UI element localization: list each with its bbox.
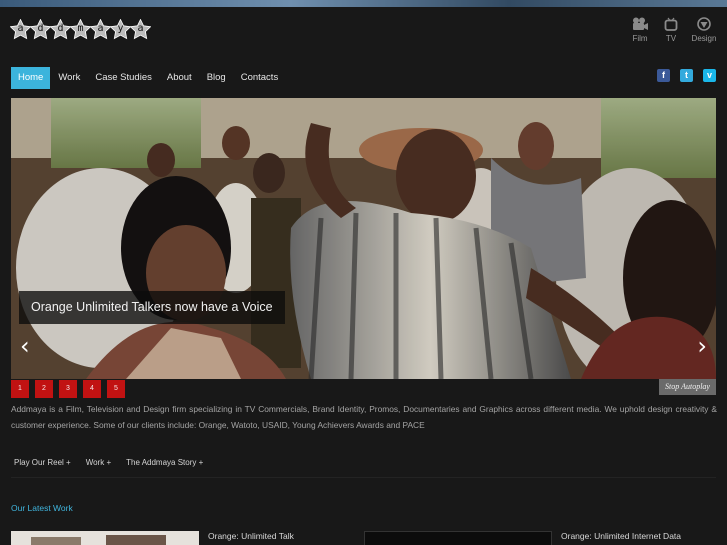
top-image-strip xyxy=(0,0,727,7)
hero-slider[interactable]: Orange Unlimited Talkers now have a Voic… xyxy=(11,98,716,379)
film-camera-icon xyxy=(633,17,648,30)
stop-autoplay-button[interactable]: Stop Autoplay xyxy=(659,379,716,395)
media-link-label: Design xyxy=(691,34,717,43)
logo-star-icon: a xyxy=(90,19,111,40)
play-reel-link[interactable]: Play Our Reel + xyxy=(14,458,71,467)
page-container: a d d m a y a Film TV Design Home Work Case St… xyxy=(0,7,727,545)
work-title[interactable]: Orange: Unlimited Talk xyxy=(208,531,294,541)
media-link-label: TV xyxy=(665,34,677,43)
slider-page-button[interactable]: 4 xyxy=(83,380,101,398)
slider-next-icon[interactable]: › xyxy=(697,334,707,358)
main-nav: Home Work Case Studies About Blog Contac… xyxy=(11,67,286,89)
twitter-icon[interactable]: t xyxy=(680,69,693,82)
hero-photo xyxy=(11,98,716,379)
work-thumbnail[interactable] xyxy=(11,531,199,545)
addmaya-story-link[interactable]: The Addmaya Story + xyxy=(126,458,203,467)
work-title[interactable]: Orange: Unlimited Internet Data xyxy=(561,531,681,541)
work-thumbnail-image xyxy=(11,531,199,545)
vimeo-icon[interactable]: v xyxy=(703,69,716,82)
tv-icon xyxy=(664,17,678,31)
latest-work-heading: Our Latest Work xyxy=(11,503,73,513)
nav-item-blog[interactable]: Blog xyxy=(200,67,233,89)
facebook-icon[interactable]: f xyxy=(657,69,670,82)
nav-item-work[interactable]: Work xyxy=(51,67,87,89)
design-icon xyxy=(697,17,711,31)
logo-star-icon: a xyxy=(130,19,151,40)
media-link-film[interactable]: Film xyxy=(629,17,651,43)
social-links: f t v xyxy=(657,69,716,82)
media-link-tv[interactable]: TV xyxy=(660,17,682,43)
work-thumbnail[interactable] xyxy=(364,531,552,545)
logo-letter: m xyxy=(77,23,84,34)
company-description: Addmaya is a Film, Television and Design… xyxy=(11,404,717,430)
slider-page-button[interactable]: 5 xyxy=(107,380,125,398)
media-link-design[interactable]: Design xyxy=(691,17,717,43)
logo-star-icon: d xyxy=(30,19,51,40)
media-links: Film TV Design xyxy=(629,17,717,43)
slider-pager: 1 2 3 4 5 xyxy=(11,380,125,398)
slider-page-button[interactable]: 1 xyxy=(11,380,29,398)
media-link-label: Film xyxy=(632,34,648,43)
nav-item-case-studies[interactable]: Case Studies xyxy=(88,67,159,89)
nav-item-about[interactable]: About xyxy=(160,67,199,89)
logo-letter: y xyxy=(117,23,124,34)
divider xyxy=(11,477,716,478)
logo-letter: a xyxy=(17,23,24,34)
logo-letter: a xyxy=(137,23,144,34)
slider-page-button[interactable]: 3 xyxy=(59,380,77,398)
nav-item-home[interactable]: Home xyxy=(11,67,51,89)
slider-page-button[interactable]: 2 xyxy=(35,380,53,398)
logo-star-icon: y xyxy=(110,19,131,40)
nav-item-contacts[interactable]: Contacts xyxy=(234,67,286,89)
work-link[interactable]: Work + xyxy=(86,458,111,467)
logo-star-icon: a xyxy=(10,19,31,40)
logo-letter: d xyxy=(37,23,44,34)
slide-caption[interactable]: Orange Unlimited Talkers now have a Voic… xyxy=(19,291,285,324)
addmaya-logo[interactable]: addmaya xyxy=(10,19,151,40)
slider-prev-icon[interactable]: ‹ xyxy=(20,334,30,358)
logo-letter: a xyxy=(97,23,104,34)
secondary-links: Play Our Reel + Work + The Addmaya Story… xyxy=(14,458,203,467)
logo-star-icon: m xyxy=(70,19,91,40)
logo-letter: d xyxy=(57,23,64,34)
logo-star-icon: d xyxy=(50,19,71,40)
